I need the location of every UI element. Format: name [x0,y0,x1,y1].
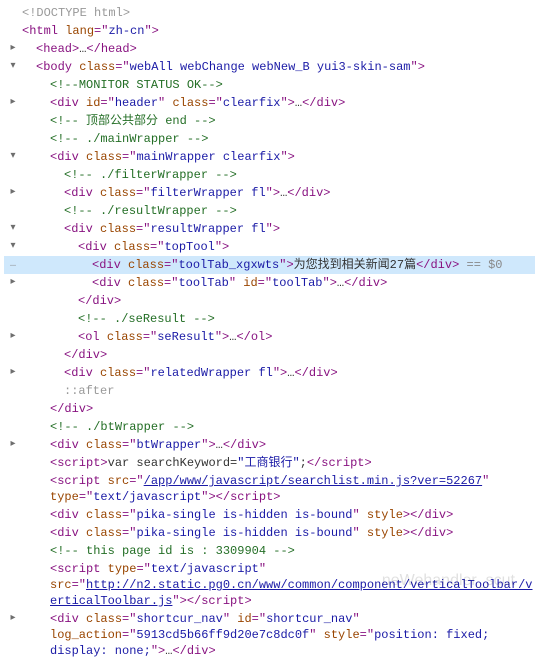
line-div-resultwrapper[interactable]: ▾<div class="resultWrapper fl"> [4,220,535,238]
line-script-keyword[interactable]: <script>var searchKeyword="工商银行";</scrip… [4,454,535,472]
expand-arrow[interactable]: ▸ [8,437,18,453]
line-comment-top-end[interactable]: <!-- 顶部公共部分 end --> [4,112,535,130]
line-div-shortcut[interactable]: ▸<div class="shortcur_nav" id="shortcur_… [4,610,535,660]
line-doctype[interactable]: <!DOCTYPE html> [4,4,535,22]
line-div-pika2[interactable]: <div class="pika-single is-hidden is-bou… [4,524,535,542]
line-div-filterwrapper[interactable]: ▸<div class="filterWrapper fl">…</div> [4,184,535,202]
line-comment-mainwrapper[interactable]: <!-- ./mainWrapper --> [4,130,535,148]
line-head[interactable]: ▸<head>…</head> [4,40,535,58]
line-div-relatedwrapper[interactable]: ▸<div class="relatedWrapper fl">…</div> [4,364,535,382]
line-comment-filterwrapper[interactable]: <!-- ./filterWrapper --> [4,166,535,184]
line-selected-tooltab-xgxwts[interactable]: …<div class="toolTab_xgxwts">为您找到相关新闻27篇… [4,256,535,274]
collapse-arrow[interactable]: ▾ [8,59,18,75]
line-div-toptool[interactable]: ▾<div class="topTool"> [4,238,535,256]
expand-arrow[interactable]: ▸ [8,95,18,111]
line-div-header[interactable]: ▸<div id="header" class="clearfix">…</di… [4,94,535,112]
line-div-tooltab[interactable]: ▸<div class="toolTab" id="toolTab">…</di… [4,274,535,292]
line-close-toptool[interactable]: </div> [4,292,535,310]
line-pseudo-after[interactable]: ::after [4,382,535,400]
expand-arrow[interactable]: ▸ [8,611,18,627]
dom-tree: <!DOCTYPE html> <html lang="zh-cn"> ▸<he… [4,4,535,660]
selected-gutter: … [4,257,22,273]
collapse-arrow[interactable]: ▾ [8,149,18,165]
line-script-toolbar[interactable]: <script type="text/javascript" src="http… [4,560,535,610]
line-comment-pageid[interactable]: <!-- this page id is : 3309904 --> [4,542,535,560]
line-body-open[interactable]: ▾<body class="webAll webChange webNew_B … [4,58,535,76]
line-comment-seresult[interactable]: <!-- ./seResult --> [4,310,535,328]
line-div-mainwrapper[interactable]: ▾<div class="mainWrapper clearfix"> [4,148,535,166]
expand-arrow[interactable]: ▸ [8,185,18,201]
line-html-open[interactable]: <html lang="zh-cn"> [4,22,535,40]
line-comment-btwrapper[interactable]: <!-- ./btWrapper --> [4,418,535,436]
line-comment-monitor[interactable]: <!--MONITOR STATUS OK--> [4,76,535,94]
line-close-resultwrapper[interactable]: </div> [4,346,535,364]
line-div-btwrapper[interactable]: ▸<div class="btWrapper">…</div> [4,436,535,454]
expand-arrow[interactable]: ▸ [8,365,18,381]
line-div-pika1[interactable]: <div class="pika-single is-hidden is-bou… [4,506,535,524]
expand-arrow[interactable]: ▸ [8,41,18,57]
line-close-mainwrapper[interactable]: </div> [4,400,535,418]
collapse-arrow[interactable]: ▾ [8,221,18,237]
line-comment-resultwrapper[interactable]: <!-- ./resultWrapper --> [4,202,535,220]
line-script-searchlist[interactable]: <script src="/app/www/javascript/searchl… [4,472,535,506]
expand-arrow[interactable]: ▸ [8,275,18,291]
collapse-arrow[interactable]: ▾ [8,239,18,255]
line-ol-seresult[interactable]: ▸<ol class="seResult">…</ol> [4,328,535,346]
expand-arrow[interactable]: ▸ [8,329,18,345]
